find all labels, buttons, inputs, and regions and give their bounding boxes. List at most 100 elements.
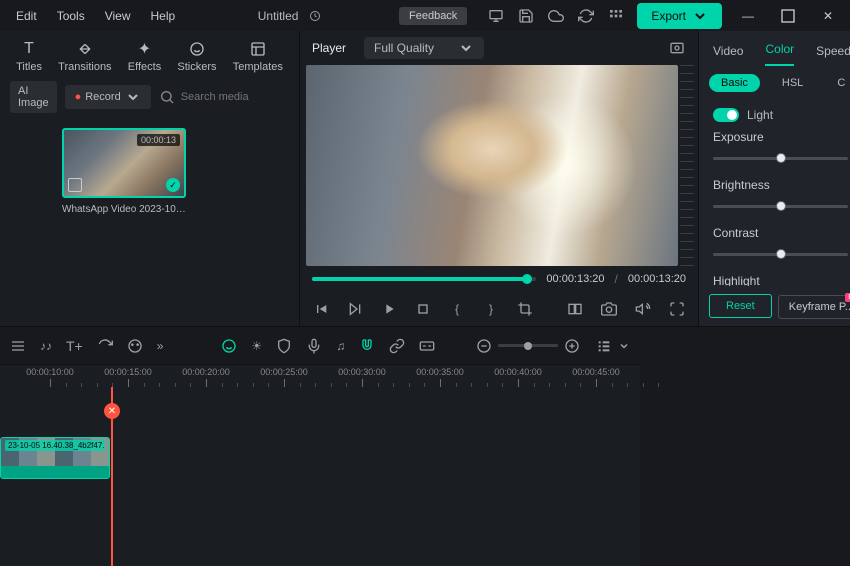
tab-titles[interactable]: TTitles: [16, 39, 42, 73]
clip-label: 23-10-05 16.40.38_4b2f47...: [5, 440, 105, 451]
timeline: ♪♪ T+ » ☀ ♫ 00:00:10:0000:00:15:0000:00:…: [0, 327, 640, 566]
total-time: 00:00:13:20: [628, 273, 686, 285]
player-label: Player: [312, 41, 346, 55]
param-slider[interactable]: [713, 253, 848, 256]
ruler-label: 00:00:25:00: [260, 367, 308, 377]
param-label: Highlight: [713, 274, 760, 286]
camera-icon[interactable]: [600, 300, 618, 318]
subtab-basic[interactable]: Basic: [709, 74, 760, 92]
tab-video[interactable]: Video: [713, 44, 743, 66]
param-label: Contrast: [713, 226, 758, 240]
video-preview[interactable]: [306, 65, 678, 266]
menu-edit[interactable]: Edit: [8, 5, 45, 27]
chevron-down-icon[interactable]: [618, 340, 630, 352]
tab-effects[interactable]: ✦Effects: [128, 39, 161, 73]
param-label: Exposure: [713, 130, 764, 144]
ai-image-button[interactable]: AI Image: [10, 81, 57, 113]
next-frame-button[interactable]: [346, 300, 364, 318]
media-clip[interactable]: 00:00:13 ✓ WhatsApp Video 2023-10-05...: [62, 128, 186, 215]
tab-speed[interactable]: Speed: [816, 44, 850, 66]
menu-view[interactable]: View: [97, 5, 139, 27]
tl-magnet-icon[interactable]: [359, 338, 375, 354]
tl-mic-icon[interactable]: [306, 338, 322, 354]
clip-name: WhatsApp Video 2023-10-05...: [62, 204, 186, 215]
crop-icon[interactable]: [516, 300, 534, 318]
minimize-button[interactable]: —: [734, 9, 762, 23]
play-button[interactable]: [380, 300, 398, 318]
subtab-curves[interactable]: C: [825, 74, 850, 92]
beta-badge: BETA: [845, 293, 850, 302]
ruler-label: 00:00:40:00: [494, 367, 542, 377]
fullscreen-icon[interactable]: [668, 300, 686, 318]
subtab-hsl[interactable]: HSL: [770, 74, 815, 92]
inspector-panel: Video Color Speed Basic HSL C Light Expo…: [698, 31, 850, 326]
ruler-label: 00:00:35:00: [416, 367, 464, 377]
tl-shield-icon[interactable]: [276, 338, 292, 354]
ruler-label: 00:00:30:00: [338, 367, 386, 377]
ruler-label: 00:00:20:00: [182, 367, 230, 377]
search-icon: [159, 89, 175, 105]
stop-button[interactable]: [414, 300, 432, 318]
timeline-clip[interactable]: 23-10-05 16.40.38_4b2f47...: [0, 437, 110, 479]
apps-icon[interactable]: [607, 7, 625, 25]
compare-icon[interactable]: [566, 300, 584, 318]
mark-out-button[interactable]: }: [482, 300, 500, 318]
volume-icon[interactable]: [634, 300, 652, 318]
tl-smiley-icon[interactable]: [221, 338, 237, 354]
timeline-ruler[interactable]: 00:00:10:00 00:00:15:00 00:00:20:00 00:00:2…: [0, 365, 640, 387]
ruler-label: 00:00:45:00: [572, 367, 620, 377]
zoom-out-button[interactable]: [476, 338, 492, 354]
export-button[interactable]: Export: [637, 3, 722, 29]
desktop-icon[interactable]: [487, 7, 505, 25]
project-title: Untitled: [258, 9, 299, 23]
tab-color[interactable]: Color: [765, 42, 794, 66]
snapshot-icon[interactable]: [668, 39, 686, 57]
close-button[interactable]: ✕: [814, 9, 842, 23]
refresh-icon[interactable]: [577, 7, 595, 25]
tab-transitions[interactable]: Transitions: [58, 39, 111, 73]
maximize-button[interactable]: [774, 8, 802, 24]
feedback-button[interactable]: Feedback: [399, 7, 467, 25]
tl-arrange-icon[interactable]: [10, 338, 26, 354]
keyframe-path-button[interactable]: Keyframe P...: [778, 295, 850, 319]
zoom-in-button[interactable]: [564, 338, 580, 354]
param-label: Brightness: [713, 178, 770, 192]
tl-audio-icon[interactable]: ♪♪: [40, 339, 52, 353]
param-slider[interactable]: [713, 205, 848, 208]
tl-list-icon[interactable]: [596, 338, 612, 354]
scrub-bar[interactable]: [312, 277, 536, 281]
tl-music-icon[interactable]: ♫: [336, 339, 345, 353]
cloud-icon[interactable]: [547, 7, 565, 25]
mark-in-button[interactable]: {: [448, 300, 466, 318]
light-toggle[interactable]: [713, 108, 739, 122]
tl-expand-icon[interactable]: »: [157, 339, 164, 353]
preview-panel: Player Full Quality 00:00:13:20 / 00:00:…: [300, 31, 698, 326]
ruler-label: 00:00:10:00: [26, 367, 74, 377]
param-slider[interactable]: [713, 157, 848, 160]
tl-link-icon[interactable]: [389, 338, 405, 354]
ruler-label: 00:00:15:00: [104, 367, 152, 377]
tab-templates[interactable]: Templates: [233, 39, 283, 73]
light-label: Light: [747, 108, 773, 122]
playhead[interactable]: ✕: [111, 387, 113, 566]
time-separator: /: [615, 272, 618, 286]
tl-text-icon[interactable]: T+: [66, 338, 83, 354]
save-icon[interactable]: [517, 7, 535, 25]
history-icon[interactable]: [306, 7, 324, 25]
menu-tools[interactable]: Tools: [49, 5, 93, 27]
zoom-slider[interactable]: [498, 344, 558, 347]
tl-caption-icon[interactable]: [419, 338, 435, 354]
menu-help[interactable]: Help: [143, 5, 184, 27]
prev-frame-button[interactable]: [312, 300, 330, 318]
quality-select[interactable]: Full Quality: [364, 37, 484, 59]
tab-stickers[interactable]: Stickers: [177, 39, 216, 73]
tl-refresh-icon[interactable]: [97, 338, 113, 354]
playhead-marker-icon[interactable]: ✕: [104, 403, 120, 419]
reset-button[interactable]: Reset: [709, 294, 772, 318]
tl-palette-icon[interactable]: [127, 338, 143, 354]
used-check-icon: ✓: [166, 178, 180, 192]
timeline-tracks[interactable]: ✕ 23-10-05 16.40.38_4b2f47...: [0, 387, 640, 566]
record-button[interactable]: ●Record: [65, 85, 151, 109]
clip-duration: 00:00:13: [137, 134, 180, 146]
tl-sun-icon[interactable]: ☀: [251, 339, 262, 353]
